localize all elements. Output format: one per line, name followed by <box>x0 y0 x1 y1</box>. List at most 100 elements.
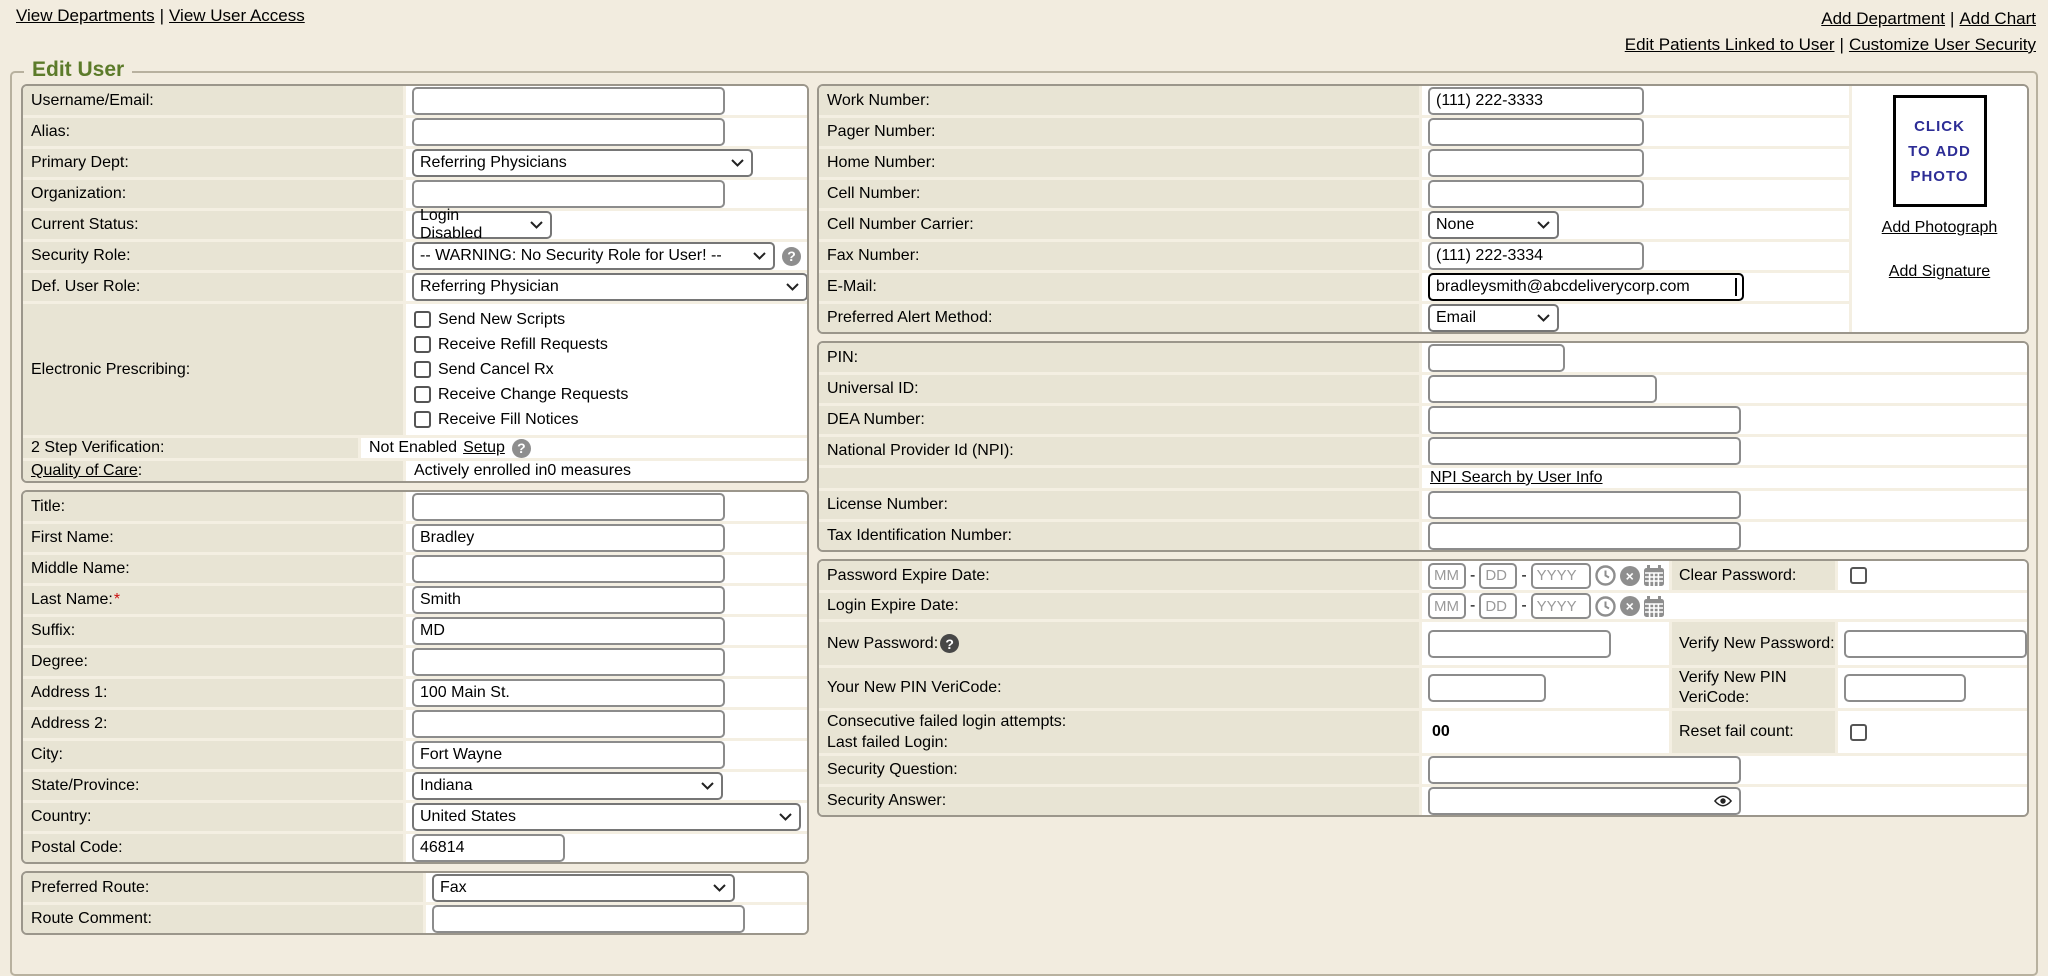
clock-icon[interactable] <box>1595 596 1616 617</box>
pin-vericode-label-text: Your New PIN VeriCode: <box>827 679 1002 697</box>
customize-user-security-link[interactable]: Customize User Security <box>1849 35 2036 54</box>
license-number-input[interactable] <box>1428 491 1741 519</box>
suffix-input[interactable] <box>412 617 725 645</box>
city-input[interactable] <box>412 741 725 769</box>
pin-field-wrap <box>1426 344 1565 372</box>
add-department-link[interactable]: Add Department <box>1821 9 1945 28</box>
organization-row: Organization: <box>23 177 807 208</box>
first-name-input[interactable] <box>412 524 725 552</box>
last-name-input[interactable] <box>412 586 725 614</box>
calendar-icon[interactable] <box>1644 596 1664 617</box>
def-user-role-select[interactable]: Referring Physician <box>412 273 808 301</box>
security-answer-input[interactable] <box>1428 787 1741 815</box>
last-name-label-text: Last Name: <box>31 591 113 609</box>
current-status-select[interactable]: Login Disabled <box>412 211 552 239</box>
left-group-3: Preferred Route:FaxRoute Comment: <box>21 871 809 935</box>
receive-fill-notices-checkbox[interactable] <box>414 411 431 428</box>
npi-input[interactable] <box>1428 437 1741 465</box>
email-input[interactable] <box>1428 273 1744 301</box>
link-separator: | <box>160 6 164 25</box>
send-new-scripts-checkbox[interactable] <box>414 311 431 328</box>
view-user-access-link[interactable]: View User Access <box>169 6 305 25</box>
two-step-verification-setup-link[interactable]: Setup <box>463 439 505 457</box>
def-user-role-label-text: Def. User Role: <box>31 278 140 296</box>
preferred-alert-method-select[interactable]: Email <box>1428 304 1559 332</box>
calendar-icon[interactable] <box>1644 565 1664 586</box>
help-icon[interactable]: ? <box>940 634 959 653</box>
date-separator: - <box>1470 567 1475 585</box>
quality-of-care-link[interactable]: Quality of Care <box>31 462 138 480</box>
dea-number-label-text: DEA Number: <box>827 411 925 429</box>
organization-input[interactable] <box>412 180 725 208</box>
edit-user-fieldset: Edit User Username/Email:Alias:Primary D… <box>10 71 2038 976</box>
add-photograph-link[interactable]: Add Photograph <box>1852 219 2027 237</box>
view-departments-link[interactable]: View Departments <box>16 6 155 25</box>
add-photo-box[interactable]: CLICKTO ADDPHOTO <box>1893 95 1987 207</box>
title-input[interactable] <box>412 493 725 521</box>
work-number-row: Work Number: <box>819 86 1849 115</box>
new-password-verify-input[interactable] <box>1844 630 2027 658</box>
country-select[interactable]: United States <box>412 803 801 831</box>
pager-number-input[interactable] <box>1428 118 1644 146</box>
degree-input[interactable] <box>412 648 725 676</box>
pin-input[interactable] <box>1428 344 1565 372</box>
postal-code-row: Postal Code: <box>23 831 807 862</box>
login-expire-date-day-input[interactable] <box>1479 593 1517 619</box>
alias-label-text: Alias: <box>31 123 70 141</box>
clear-date-icon[interactable]: × <box>1620 596 1640 616</box>
universal-id-label-text: Universal ID: <box>827 380 919 398</box>
preferred-route-select[interactable]: Fax <box>432 874 735 902</box>
city-row: City: <box>23 738 807 769</box>
preferred-route-label: Preferred Route: <box>23 873 423 902</box>
alias-input[interactable] <box>412 118 725 146</box>
postal-code-input[interactable] <box>412 834 565 862</box>
add-signature-link[interactable]: Add Signature <box>1852 263 2027 281</box>
clear-date-icon[interactable]: × <box>1620 566 1640 586</box>
reveal-answer-icon[interactable] <box>1714 795 1732 807</box>
form-content: Username/Email:Alias:Primary Dept:Referr… <box>12 73 2036 946</box>
home-number-label: Home Number: <box>819 149 1419 177</box>
fax-number-input[interactable] <box>1428 242 1644 270</box>
cell-number-carrier-select[interactable]: None <box>1428 211 1559 239</box>
password-expire-date-year-input[interactable] <box>1531 563 1591 589</box>
password-expire-date-month-input[interactable] <box>1428 563 1466 589</box>
quality-of-care-value: Actively enrolled in0 measures <box>410 462 631 480</box>
username-input[interactable] <box>412 87 725 115</box>
address-2-input[interactable] <box>412 710 725 738</box>
photo-panel: CLICKTO ADDPHOTO Add Photograph Add Signat… <box>1849 86 2027 332</box>
login-expire-date-year-input[interactable] <box>1531 593 1591 619</box>
cell-number-carrier-selected-value: None <box>1436 216 1474 234</box>
help-icon[interactable]: ? <box>782 247 801 266</box>
home-number-input[interactable] <box>1428 149 1644 177</box>
new-password-input[interactable] <box>1428 630 1611 658</box>
tax-id-number-input[interactable] <box>1428 522 1741 550</box>
login-expire-date-month-input[interactable] <box>1428 593 1466 619</box>
cell-number-input[interactable] <box>1428 180 1644 208</box>
edit-patients-linked-link[interactable]: Edit Patients Linked to User <box>1625 35 1835 54</box>
pin-vericode-verify-input[interactable] <box>1844 674 1966 702</box>
receive-fill-notices-option: Receive Fill Notices <box>414 411 628 428</box>
state-province-select[interactable]: Indiana <box>412 772 723 800</box>
title-label-text: Title: <box>31 498 65 516</box>
work-number-input[interactable] <box>1428 87 1644 115</box>
help-icon[interactable]: ? <box>512 439 531 458</box>
clock-icon[interactable] <box>1595 565 1616 586</box>
primary-dept-select[interactable]: Referring Physicians <box>412 149 753 177</box>
address-1-input[interactable] <box>412 679 725 707</box>
dea-number-input[interactable] <box>1428 406 1741 434</box>
pin-vericode-input[interactable] <box>1428 674 1546 702</box>
security-question-input[interactable] <box>1428 756 1741 784</box>
npi-search-link[interactable]: NPI Search by User Info <box>1430 469 1603 487</box>
send-cancel-rx-checkbox[interactable] <box>414 361 431 378</box>
route-comment-input[interactable] <box>432 905 745 933</box>
address-1-field-wrap <box>410 679 725 707</box>
failed-logins-verify-checkbox[interactable] <box>1850 724 1867 741</box>
password-expire-date-verify-checkbox[interactable] <box>1850 567 1867 584</box>
middle-name-input[interactable] <box>412 555 725 583</box>
password-expire-date-day-input[interactable] <box>1479 563 1517 589</box>
universal-id-input[interactable] <box>1428 375 1657 403</box>
security-role-select[interactable]: -- WARNING: No Security Role for User! -… <box>412 242 775 270</box>
receive-refill-requests-checkbox[interactable] <box>414 336 431 353</box>
receive-change-requests-checkbox[interactable] <box>414 386 431 403</box>
add-chart-link[interactable]: Add Chart <box>1959 9 2036 28</box>
